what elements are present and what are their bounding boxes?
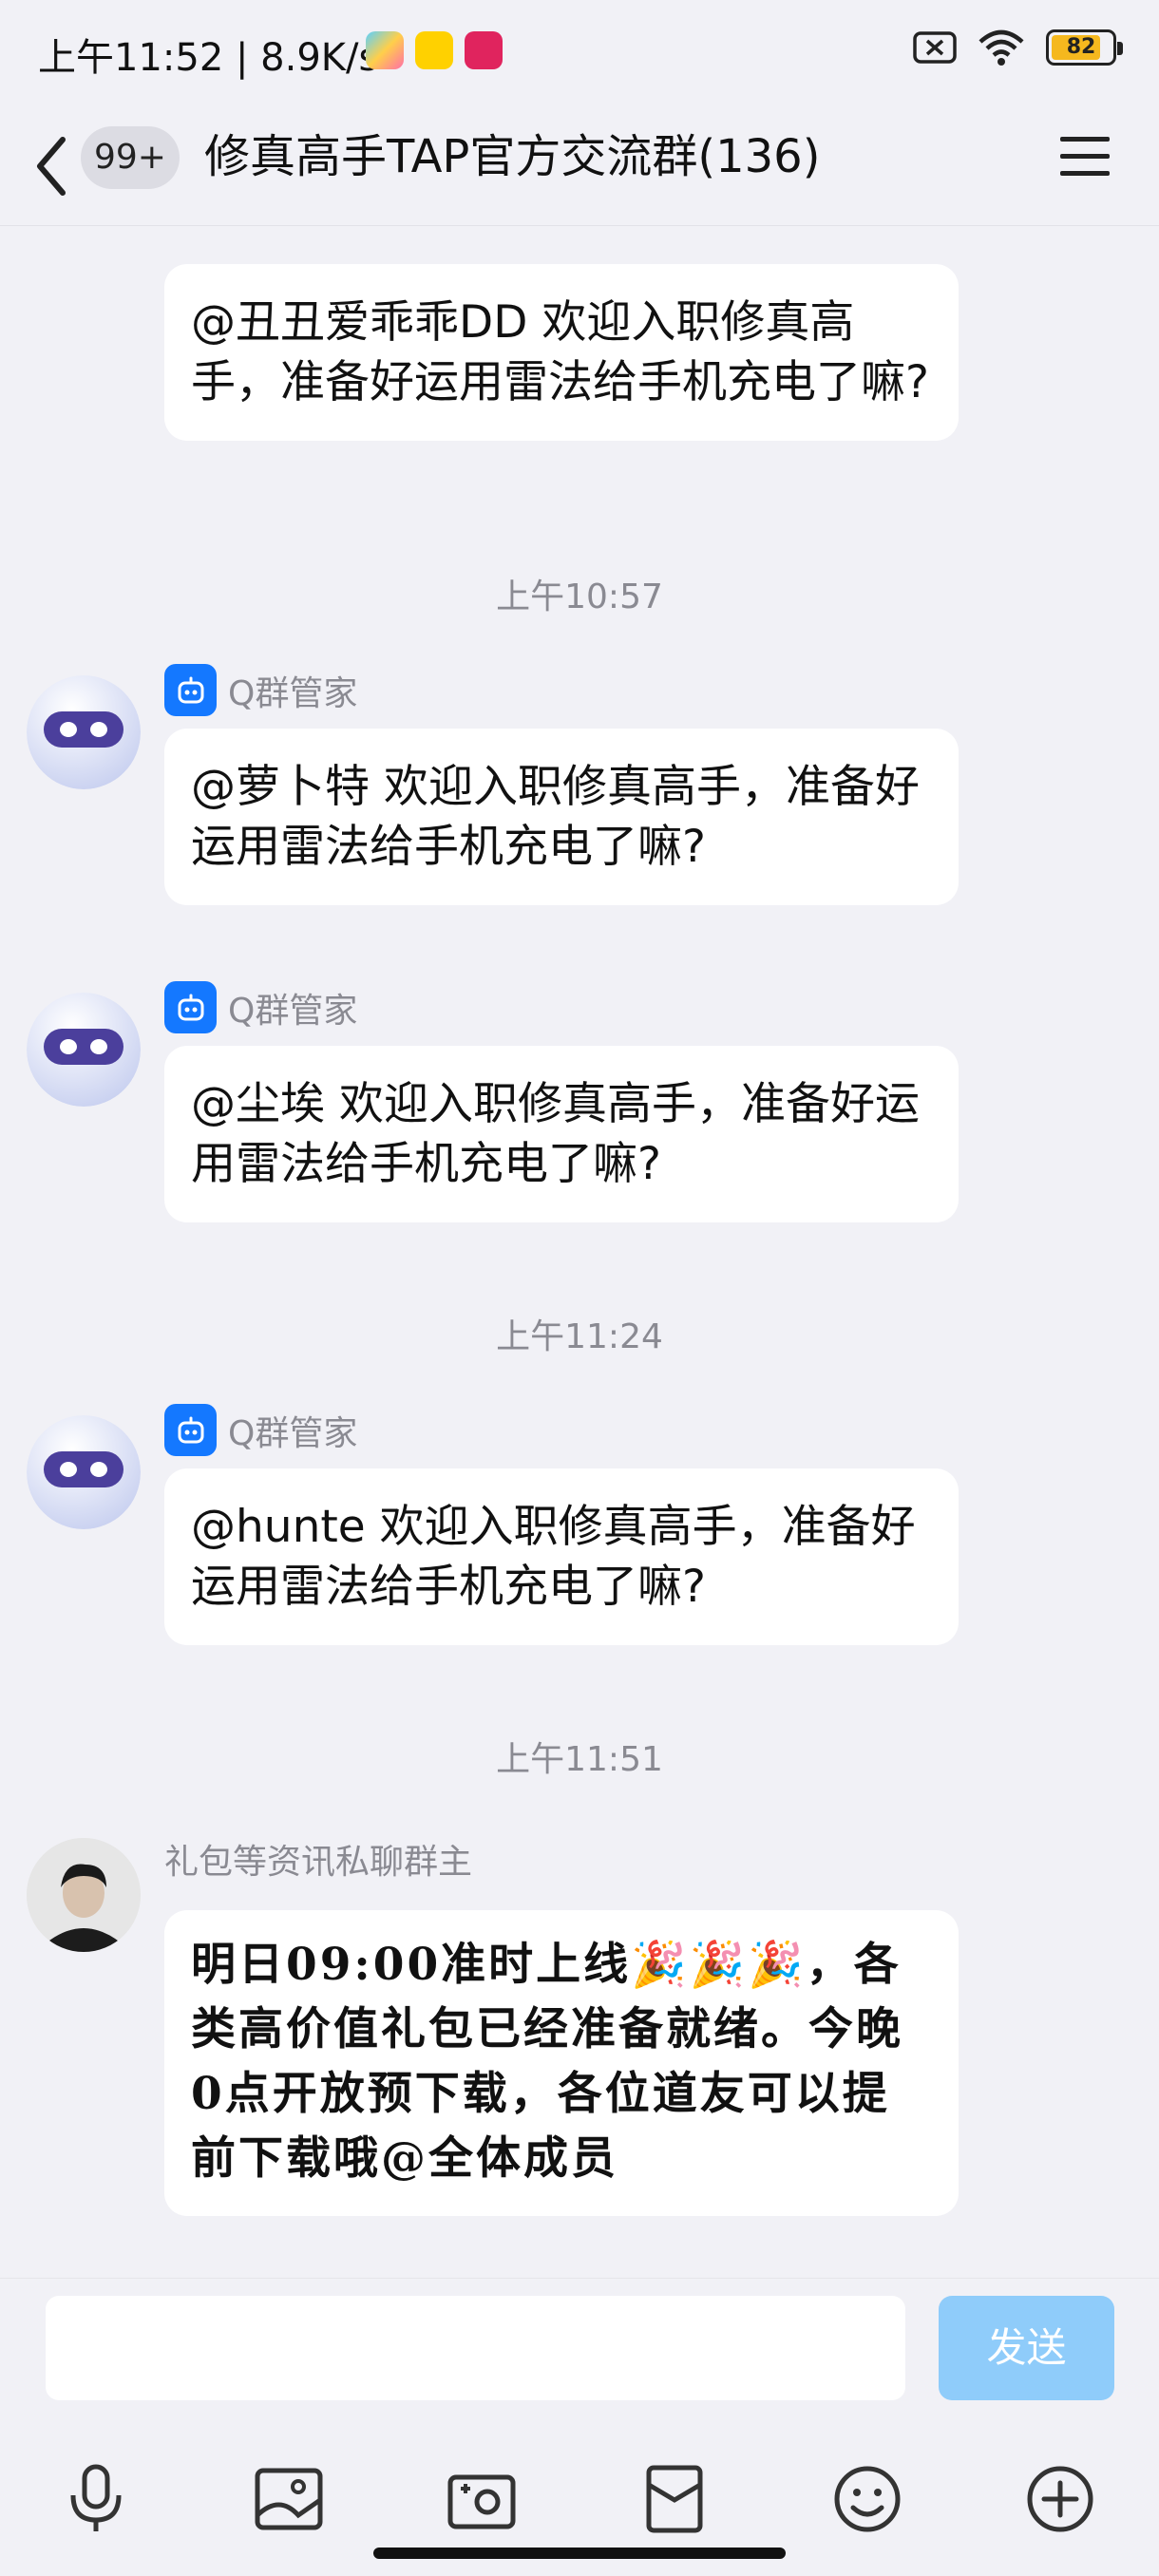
camera-icon [447, 2474, 516, 2529]
input-toolbar [0, 2461, 1159, 2537]
plus-icon [1027, 2466, 1093, 2532]
message-bubble[interactable]: @丑丑爱乖乖DD 欢迎入职修真高手，准备好运用雷法给手机充电了嘛? [164, 264, 959, 441]
status-bar: 上午11:52 | 8.9K/s 82 [0, 0, 1159, 104]
menu-icon [1060, 137, 1110, 176]
message-input[interactable] [46, 2296, 905, 2400]
bot-avatar[interactable] [27, 993, 141, 1107]
bot-badge-icon [164, 664, 217, 716]
bot-badge-icon [164, 981, 217, 1033]
bot-badge-icon [164, 1404, 217, 1456]
emoji-icon [834, 2466, 901, 2532]
battery-indicator: 82 [1046, 29, 1123, 66]
message-bubble[interactable]: @hunte 欢迎入职修真高手，准备好运用雷法给手机充电了嘛? [164, 1468, 959, 1645]
message-bubble[interactable]: @萝卜特 欢迎入职修真高手，准备好运用雷法给手机充电了嘛? [164, 729, 959, 905]
sender-name[interactable]: Q群管家 [228, 666, 357, 715]
party-popper-emoji: 🎉🎉🎉 [631, 1939, 807, 1991]
message-timestamp: 上午11:51 [496, 1740, 663, 1779]
sender-name[interactable]: Q群管家 [228, 1406, 357, 1455]
bot-avatar[interactable] [27, 1415, 141, 1529]
sender-row: Q群管家 [164, 664, 357, 716]
sim-off-icon [913, 31, 957, 64]
robot-face-icon [27, 993, 141, 1107]
emoji-button[interactable] [829, 2461, 905, 2537]
camera-button[interactable] [444, 2461, 520, 2537]
input-bar: 发送 [0, 2278, 1159, 2576]
notification-app-icons [366, 31, 503, 69]
message-bubble[interactable]: 明日09:00准时上线🎉🎉🎉，各类高价值礼包已经准备就绪。今晚0点开放预下载，各… [164, 1910, 959, 2216]
sender-name[interactable]: 礼包等资讯私聊群主 [164, 1834, 472, 1884]
message-text: 明日09:00准时上线 [191, 1939, 632, 1991]
menu-button[interactable] [1058, 133, 1112, 180]
message-timestamp: 上午10:57 [496, 578, 663, 616]
gallery-icon [366, 31, 404, 69]
chat-messages[interactable]: @丑丑爱乖乖DD 欢迎入职修真高手，准备好运用雷法给手机充电了嘛? 上午10:5… [0, 227, 1159, 2279]
pinduoduo-icon [465, 31, 503, 69]
image-icon [255, 2468, 323, 2530]
home-indicator[interactable] [373, 2548, 786, 2559]
message-timestamp: 上午11:24 [496, 1317, 663, 1356]
user-avatar[interactable] [27, 1838, 141, 1952]
message-bubble[interactable]: @尘埃 欢迎入职修真高手，准备好运用雷法给手机充电了嘛? [164, 1046, 959, 1222]
sender-row: Q群管家 [164, 981, 357, 1033]
person-photo-icon [27, 1838, 141, 1952]
chevron-left-icon [37, 137, 66, 196]
status-time-network: 上午11:52 | 8.9K/s [38, 36, 379, 80]
status-indicators: 82 [913, 28, 1123, 66]
microphone-icon [70, 2464, 122, 2531]
group-title[interactable]: 修真高手TAP官方交流群(136) [204, 123, 820, 190]
unread-count-badge[interactable]: 99+ [81, 126, 180, 189]
sender-row: Q群管家 [164, 1404, 357, 1456]
meituan-icon [415, 31, 453, 69]
wifi-icon [978, 29, 1024, 66]
red-packet-button[interactable] [636, 2461, 712, 2537]
bot-avatar[interactable] [27, 675, 141, 789]
sender-row: 礼包等资讯私聊群主 [164, 1834, 472, 1884]
send-button[interactable]: 发送 [939, 2296, 1114, 2400]
more-button[interactable] [1022, 2461, 1098, 2537]
back-button[interactable] [28, 128, 76, 204]
voice-button[interactable] [58, 2461, 134, 2537]
robot-face-icon [27, 675, 141, 789]
robot-face-icon [27, 1415, 141, 1529]
image-button[interactable] [251, 2461, 327, 2537]
red-packet-icon [646, 2465, 703, 2533]
sender-name[interactable]: Q群管家 [228, 983, 357, 1032]
battery-level: 82 [1066, 35, 1096, 59]
